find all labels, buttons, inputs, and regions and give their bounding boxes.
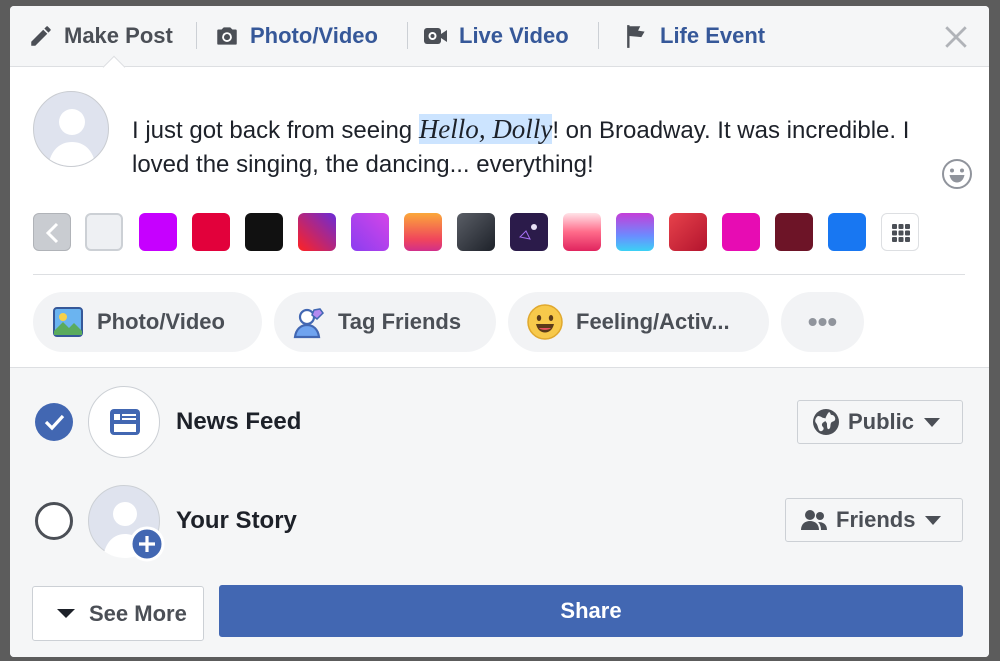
tab-label: Make Post bbox=[64, 23, 173, 48]
selected-text-part1: Hello bbox=[418, 114, 479, 144]
swatches-back-button[interactable] bbox=[33, 213, 71, 251]
dialog-header: Make Post Photo/Video Live Video Life Ev… bbox=[10, 6, 989, 67]
tag-friends-button[interactable]: Tag Friends bbox=[274, 292, 496, 352]
news-feed-audience-selector[interactable]: Public bbox=[797, 400, 963, 444]
tab-photo-video[interactable]: Photo/Video bbox=[214, 18, 378, 54]
action-label: Tag Friends bbox=[338, 309, 462, 334]
grid-icon bbox=[892, 224, 910, 242]
swatch-blue-purple-gradient[interactable] bbox=[616, 213, 654, 251]
swatch-orange-pink-gradient[interactable] bbox=[404, 213, 442, 251]
selected-text-comma: , bbox=[478, 114, 493, 144]
post-text-before: I just got back from seeing bbox=[132, 117, 419, 144]
tab-life-event[interactable]: Life Event bbox=[624, 18, 765, 54]
news-feed-checkbox[interactable] bbox=[35, 403, 73, 441]
chevron-left-icon bbox=[45, 222, 59, 244]
swatch-violet-gradient[interactable] bbox=[351, 213, 389, 251]
swatch-blue[interactable] bbox=[828, 213, 866, 251]
more-options-button[interactable]: ••• bbox=[781, 292, 864, 352]
your-story-label: Your Story bbox=[176, 507, 297, 534]
audience-label: Friends bbox=[836, 507, 916, 532]
caret-down-icon bbox=[924, 417, 941, 427]
swatch-white[interactable] bbox=[85, 213, 123, 251]
feeling-activity-button[interactable]: Feeling/Activ... bbox=[508, 292, 769, 352]
person-silhouette-icon bbox=[48, 109, 96, 166]
caret-down-icon bbox=[925, 515, 942, 525]
add-story-icon bbox=[129, 526, 165, 562]
swatch-purple-red-gradient[interactable] bbox=[298, 213, 336, 251]
video-camera-icon bbox=[424, 28, 447, 44]
tab-label: Photo/Video bbox=[250, 23, 378, 48]
swatch-space-dark[interactable] bbox=[510, 213, 548, 251]
camera-icon bbox=[217, 27, 237, 45]
swatch-purple[interactable] bbox=[139, 213, 177, 251]
post-text-input[interactable]: I just got back from seeing Hello, Dolly… bbox=[132, 112, 912, 182]
tab-label: Live Video bbox=[459, 23, 569, 48]
globe-icon bbox=[813, 409, 839, 435]
action-label: Photo/Video bbox=[97, 309, 225, 334]
photo-icon bbox=[53, 307, 83, 337]
selected-text-part2: Dolly bbox=[492, 114, 553, 144]
news-feed-icon bbox=[110, 409, 140, 435]
tab-make-post[interactable]: Make Post bbox=[28, 18, 173, 54]
selected-text: Hello, Dolly bbox=[418, 114, 553, 144]
swatch-red-rose-gradient[interactable] bbox=[669, 213, 707, 251]
swatch-dark-grey-gradient[interactable] bbox=[457, 213, 495, 251]
pencil-icon bbox=[31, 26, 51, 46]
user-avatar[interactable] bbox=[33, 91, 109, 167]
your-story-checkbox[interactable] bbox=[35, 502, 73, 540]
swatch-red[interactable] bbox=[192, 213, 230, 251]
your-story-audience-selector[interactable]: Friends bbox=[785, 498, 963, 542]
tab-divider bbox=[407, 22, 408, 49]
flag-icon bbox=[627, 25, 645, 48]
news-feed-icon-circle bbox=[88, 386, 160, 458]
share-button[interactable]: Share bbox=[219, 585, 963, 637]
see-more-label: See More bbox=[89, 600, 187, 626]
swatch-magenta[interactable] bbox=[722, 213, 760, 251]
tab-live-video[interactable]: Live Video bbox=[423, 18, 569, 54]
tab-label: Life Event bbox=[660, 23, 766, 48]
tab-divider bbox=[598, 22, 599, 49]
smiley-icon[interactable] bbox=[941, 158, 973, 190]
audience-label: Public bbox=[848, 409, 915, 434]
add-photo-video-button[interactable]: Photo/Video bbox=[33, 292, 262, 352]
more-icon: ••• bbox=[807, 306, 838, 337]
feeling-smiley-icon bbox=[527, 304, 563, 340]
checkmark-icon bbox=[44, 414, 65, 431]
swatch-pink-gradient[interactable] bbox=[563, 213, 601, 251]
your-story-avatar[interactable] bbox=[88, 485, 165, 562]
swatches-more-button[interactable] bbox=[881, 213, 919, 251]
friends-icon bbox=[801, 510, 827, 530]
see-more-button[interactable]: See More bbox=[32, 586, 204, 641]
caret-down-icon bbox=[57, 609, 75, 618]
swatch-black[interactable] bbox=[245, 213, 283, 251]
action-label: Feeling/Activ... bbox=[576, 309, 730, 334]
planet-icon bbox=[518, 224, 537, 240]
swatch-maroon[interactable] bbox=[775, 213, 813, 251]
tab-divider bbox=[196, 22, 197, 49]
close-icon[interactable] bbox=[943, 24, 969, 50]
tag-friends-icon bbox=[293, 308, 324, 339]
news-feed-label: News Feed bbox=[176, 408, 302, 435]
composer-divider bbox=[33, 274, 965, 275]
